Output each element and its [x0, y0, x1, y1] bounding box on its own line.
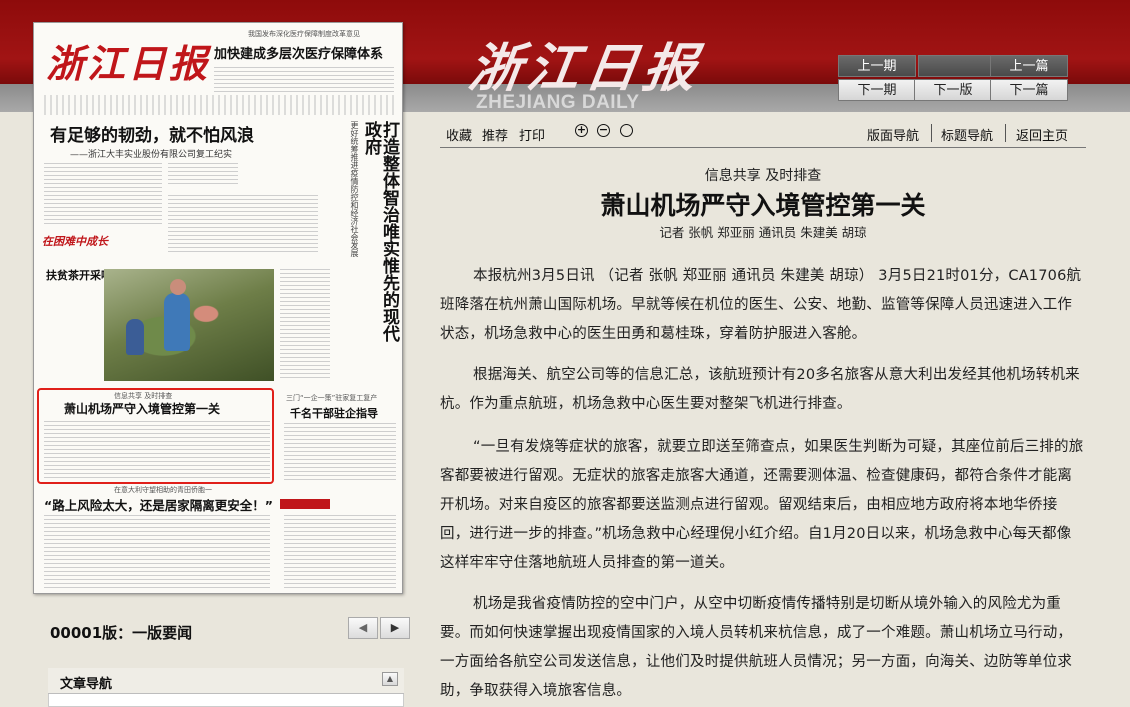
collect-button[interactable]: 收藏	[446, 125, 472, 144]
article-byline: 记者 张帆 郑亚丽 通讯员 朱建美 胡琼	[659, 225, 867, 240]
article-paragraph: 根据海关、航空公司等的信息汇总，该航班预计有20多名旅客从意大利出发经其他机场转…	[440, 367, 1080, 412]
article-nav-list	[48, 694, 404, 707]
next-page-button[interactable]: 下一版	[914, 79, 992, 101]
thumbnail-vertical-headline[interactable]: 打造整体智治唯实惟先的现代政府	[361, 121, 399, 357]
thumbnail-bottom-kicker: 在意大利守望相助的青田侨胞一	[114, 486, 212, 494]
thumbnail-text-block	[44, 163, 162, 227]
next-issue-button[interactable]: 下一期	[838, 79, 916, 101]
recommend-button[interactable]: 推荐	[482, 125, 508, 144]
zoom-reset-icon[interactable]	[620, 124, 633, 137]
article-nav-header: 文章导航 ▲	[48, 668, 404, 694]
next-article-button[interactable]: 下一篇	[990, 79, 1068, 101]
thumbnail-red-strip: 在困难中成长	[42, 235, 108, 248]
site-logo[interactable]: 浙江日报	[465, 26, 708, 101]
thumbnail-vertical-sub: 更好统筹推进疫情防控和经济社会发展	[350, 121, 359, 257]
edition-label: 00001版：一版要闻	[50, 624, 193, 642]
page-nav-link[interactable]: 版面导航	[867, 125, 919, 144]
zoom-in-icon[interactable]: +	[575, 124, 588, 137]
current-article-highlight[interactable]	[37, 388, 274, 484]
thumbnail-top-kicker: 我国发布深化医疗保障制度改革意见	[248, 30, 360, 38]
thumbnail-bottom-title[interactable]: “路上风险太大，还是居家隔离更安全！”	[44, 495, 273, 514]
thumbnail-photo[interactable]	[104, 269, 274, 381]
photo-figure	[164, 293, 190, 351]
photo-figure	[170, 279, 186, 295]
thumbnail-text-block	[284, 515, 396, 589]
home-link[interactable]: 返回主页	[1016, 125, 1068, 144]
thumbnail-top-headline: 加快建成多层次医疗保障体系	[214, 47, 384, 62]
prev-issue-button[interactable]: 上一期	[838, 55, 916, 77]
prev-article-button[interactable]: 上一篇	[990, 55, 1068, 77]
thumbnail-text-block	[214, 67, 394, 95]
thumbnail-logo: 浙江日报	[46, 41, 211, 86]
thumbnail-text-block	[44, 515, 270, 589]
article-paragraph: “一旦有发烧等症状的旅客，就要立即送至筛查点，如果医生判断为可疑，其座位前后三排…	[440, 439, 1084, 571]
thumbnail-right-box-kicker: 三门“一企一策”驻家复工复产	[286, 394, 378, 402]
nav-divider	[931, 124, 932, 142]
nav-divider	[1005, 124, 1006, 142]
article-toolbar: 收藏 推荐 打印 + − 版面导航 标题导航 返回主页	[440, 120, 1086, 148]
newspaper-page-thumbnail[interactable]: 浙江日报 我国发布深化医疗保障制度改革意见 加快建成多层次医疗保障体系 有足够的…	[33, 22, 403, 594]
article-nav-title: 文章导航	[60, 677, 113, 692]
article-paragraph: 本报杭州3月5日讯 （记者 张帆 郑亚丽 通讯员 朱建美 胡琼） 3月5日21时…	[440, 268, 1082, 342]
thumbnail-red-bar	[280, 499, 330, 509]
thumbnail-headline-left[interactable]: 有足够的韧劲，就不怕风浪	[50, 121, 254, 146]
thumbnail-text-block	[168, 163, 238, 185]
thumbnail-right-box-title[interactable]: 千名干部驻企指导	[290, 405, 378, 421]
prev-page-button[interactable]: ◀	[348, 617, 378, 639]
article-title: 萧山机场严守入境管控第一关	[600, 191, 926, 220]
collapse-icon[interactable]: ▲	[382, 672, 398, 686]
article-paragraph: 机场是我省疫情防控的空中门户，从空中切断疫情传播特别是切断从境外输入的风险尤为重…	[440, 596, 1073, 699]
thumbnail-text-block	[284, 423, 396, 483]
thumbnail-top-story[interactable]: 我国发布深化医疗保障制度改革意见 加快建成多层次医疗保障体系	[214, 29, 394, 95]
thumbnail-photo-title: 扶贫茶开采啦	[46, 269, 112, 282]
title-nav-link[interactable]: 标题导航	[941, 125, 993, 144]
thumbnail-text-block	[280, 269, 330, 381]
thumbnail-headline-left-sub: ——浙江大丰实业股份有限公司复工纪实	[70, 150, 233, 160]
page-pager: ◀ ▶	[348, 617, 410, 639]
print-button[interactable]: 打印	[519, 125, 545, 144]
photo-figure	[126, 319, 144, 355]
zoom-out-icon[interactable]: −	[597, 124, 610, 137]
next-page-arrow-button[interactable]: ▶	[380, 617, 410, 639]
blank-nav-slot	[918, 55, 996, 77]
article-kicker: 信息共享 及时排查	[704, 168, 822, 184]
thumbnail-masthead-info	[44, 95, 394, 115]
site-logo-english: ZHEJIANG DAILY	[476, 92, 640, 113]
